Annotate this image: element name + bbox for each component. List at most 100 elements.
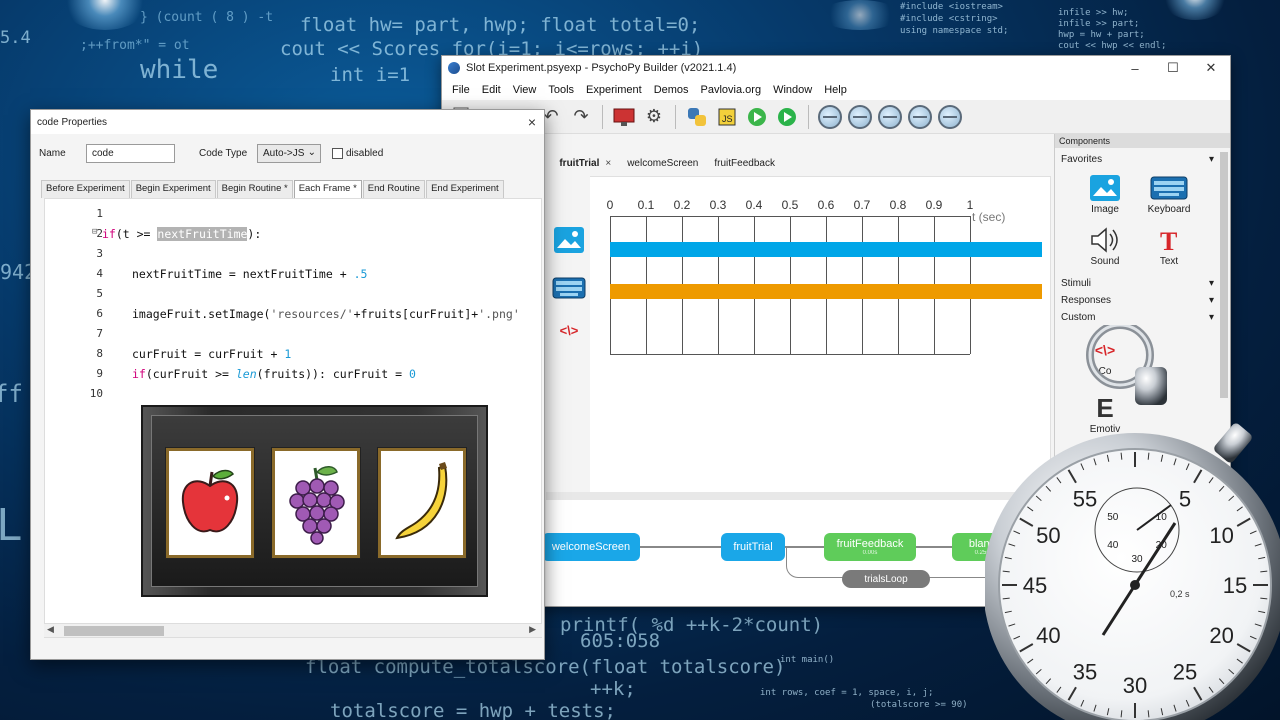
component-text[interactable]: T Text: [1139, 224, 1199, 267]
chevron-down-icon: ⌄: [307, 147, 316, 158]
component-duration-bar[interactable]: [610, 284, 1042, 299]
redo-icon[interactable]: ↷: [568, 104, 594, 130]
keyboard-component-icon[interactable]: [552, 274, 586, 302]
stopwatch-number: 5: [1179, 486, 1191, 511]
scroll-right-icon[interactable]: ▶: [529, 624, 536, 635]
maximize-icon[interactable]: ☐: [1154, 56, 1192, 80]
code-type-select[interactable]: Auto->JS ⌄: [257, 144, 321, 163]
disabled-checkbox[interactable]: [332, 148, 343, 159]
code-token: nextFruitTime: [157, 227, 248, 241]
chevron-down-icon: ▾: [1208, 154, 1214, 165]
pavlovia-globe-icon[interactable]: [817, 104, 843, 130]
category-responses[interactable]: Responses ▾: [1061, 293, 1214, 308]
bg-code-line: int i=1: [330, 64, 411, 86]
flow-routine-fruittrial[interactable]: fruitTrial: [721, 533, 785, 561]
bg-code-line: #include <cstring>: [900, 14, 998, 24]
menu-window[interactable]: Window: [767, 84, 818, 96]
category-favorites[interactable]: Favorites ▾: [1061, 152, 1214, 167]
image-component-icon[interactable]: [552, 226, 586, 254]
tab-fruittrial[interactable]: fruitTrial ×: [551, 155, 619, 172]
js-icon[interactable]: JS: [714, 104, 740, 130]
code-token: +fruits[curFruit]+: [353, 307, 479, 321]
banana-icon: [378, 448, 466, 558]
code-token: (curFruit >=: [145, 367, 236, 381]
component-keyboard[interactable]: Keyboard: [1139, 172, 1199, 215]
tab-begin-experiment[interactable]: Begin Experiment: [130, 180, 216, 198]
menu-tools[interactable]: Tools: [542, 84, 580, 96]
tab-before-experiment[interactable]: Before Experiment: [41, 180, 130, 198]
disabled-label: disabled: [346, 148, 384, 159]
component-label: Sound: [1090, 256, 1120, 267]
light-flare: [1160, 0, 1230, 20]
svg-text:JS: JS: [722, 114, 733, 124]
stopwatch-crown: [1135, 367, 1167, 405]
code-tabs: Before Experiment Begin Experiment Begin…: [41, 180, 534, 198]
timeline-tick-label: 0.8: [889, 198, 907, 212]
code-properties-dialog: code Properties × Name code Code Type Au…: [30, 109, 545, 660]
grapes-icon: [272, 448, 360, 558]
bg-code-line: hwp = hw + part;: [1058, 30, 1145, 40]
component-image[interactable]: Image: [1075, 172, 1135, 215]
pavlovia-globe-icon[interactable]: [937, 104, 963, 130]
code-type-value: Auto->JS: [263, 148, 305, 159]
stopwatch-number: 45: [1023, 573, 1047, 598]
stopwatch-number: 55: [1073, 486, 1097, 511]
category-stimuli[interactable]: Stimuli ▾: [1061, 276, 1214, 291]
code-token: if: [102, 227, 116, 241]
code-token: (fruits)): curFruit =: [256, 367, 409, 381]
component-duration-bar[interactable]: [610, 242, 1042, 257]
tab-begin-routine[interactable]: Begin Routine *: [216, 180, 293, 198]
tab-end-experiment[interactable]: End Experiment: [426, 180, 504, 198]
monitor-icon[interactable]: [611, 104, 637, 130]
menu-file[interactable]: File: [446, 84, 476, 96]
component-label: Keyboard: [1147, 204, 1191, 215]
scroll-left-icon[interactable]: ◀: [47, 624, 54, 635]
code-component-icon[interactable]: <\>: [552, 316, 586, 344]
menu-pavlovia[interactable]: Pavlovia.org: [695, 84, 768, 96]
scrollbar-thumb[interactable]: [64, 626, 164, 636]
tab-close-icon[interactable]: ×: [605, 158, 611, 169]
name-field[interactable]: code: [86, 144, 175, 163]
close-icon[interactable]: ×: [528, 114, 536, 130]
component-sound[interactable]: Sound: [1075, 224, 1135, 267]
pavlovia-globe-icon[interactable]: [847, 104, 873, 130]
timeline-tick-label: 0.1: [637, 198, 655, 212]
bg-code-line: infile >> hw;: [1058, 8, 1129, 18]
menu-help[interactable]: Help: [818, 84, 853, 96]
flow-routine-welcomescreen[interactable]: welcomeScreen: [542, 533, 640, 561]
python-icon[interactable]: [684, 104, 710, 130]
bg-code-line: ;++from*" = ot: [80, 38, 190, 53]
loop-label[interactable]: trialsLoop: [842, 570, 930, 588]
flow-routine-duration: 0.00s: [862, 550, 878, 556]
line-number: 10: [89, 387, 103, 400]
pavlovia-globe-icon[interactable]: [907, 104, 933, 130]
run-piloting-icon[interactable]: [744, 104, 770, 130]
line-number: 2: [96, 227, 103, 240]
bg-code-line: (totalscore >= 90): [870, 700, 968, 710]
fold-marker-icon[interactable]: ⊟: [92, 227, 97, 237]
tab-welcomescreen[interactable]: welcomeScreen: [619, 155, 706, 172]
category-label: Favorites: [1061, 154, 1103, 165]
component-label: Text: [1159, 256, 1179, 267]
menu-experiment[interactable]: Experiment: [580, 84, 648, 96]
stopwatch-number: 50: [1036, 523, 1060, 548]
menu-view[interactable]: View: [507, 84, 543, 96]
category-custom[interactable]: Custom ▾: [1061, 310, 1214, 325]
svg-text:T: T: [1160, 227, 1177, 254]
editor-horizontal-scrollbar[interactable]: [44, 623, 542, 637]
flow-routine-fruitfeedback[interactable]: fruitFeedback 0.00s: [824, 533, 916, 561]
gear-icon[interactable]: ⚙: [641, 104, 667, 130]
builder-toolbar: ↶ ↷ ⚙ JS: [442, 100, 1230, 134]
tab-end-routine[interactable]: End Routine: [362, 180, 426, 198]
run-icon[interactable]: [774, 104, 800, 130]
close-icon[interactable]: ✕: [1192, 56, 1230, 80]
tab-each-frame[interactable]: Each Frame *: [293, 180, 362, 198]
tab-fruitfeedback[interactable]: fruitFeedback: [706, 155, 783, 172]
menu-demos[interactable]: Demos: [648, 84, 695, 96]
menu-edit[interactable]: Edit: [476, 84, 507, 96]
dialog-fields-row: Name code Code Type Auto->JS ⌄ disabled: [31, 144, 544, 164]
code-token: .5: [353, 267, 368, 281]
minimize-icon[interactable]: –: [1116, 56, 1154, 80]
code-type-label: Code Type: [199, 148, 248, 159]
pavlovia-globe-icon[interactable]: [877, 104, 903, 130]
